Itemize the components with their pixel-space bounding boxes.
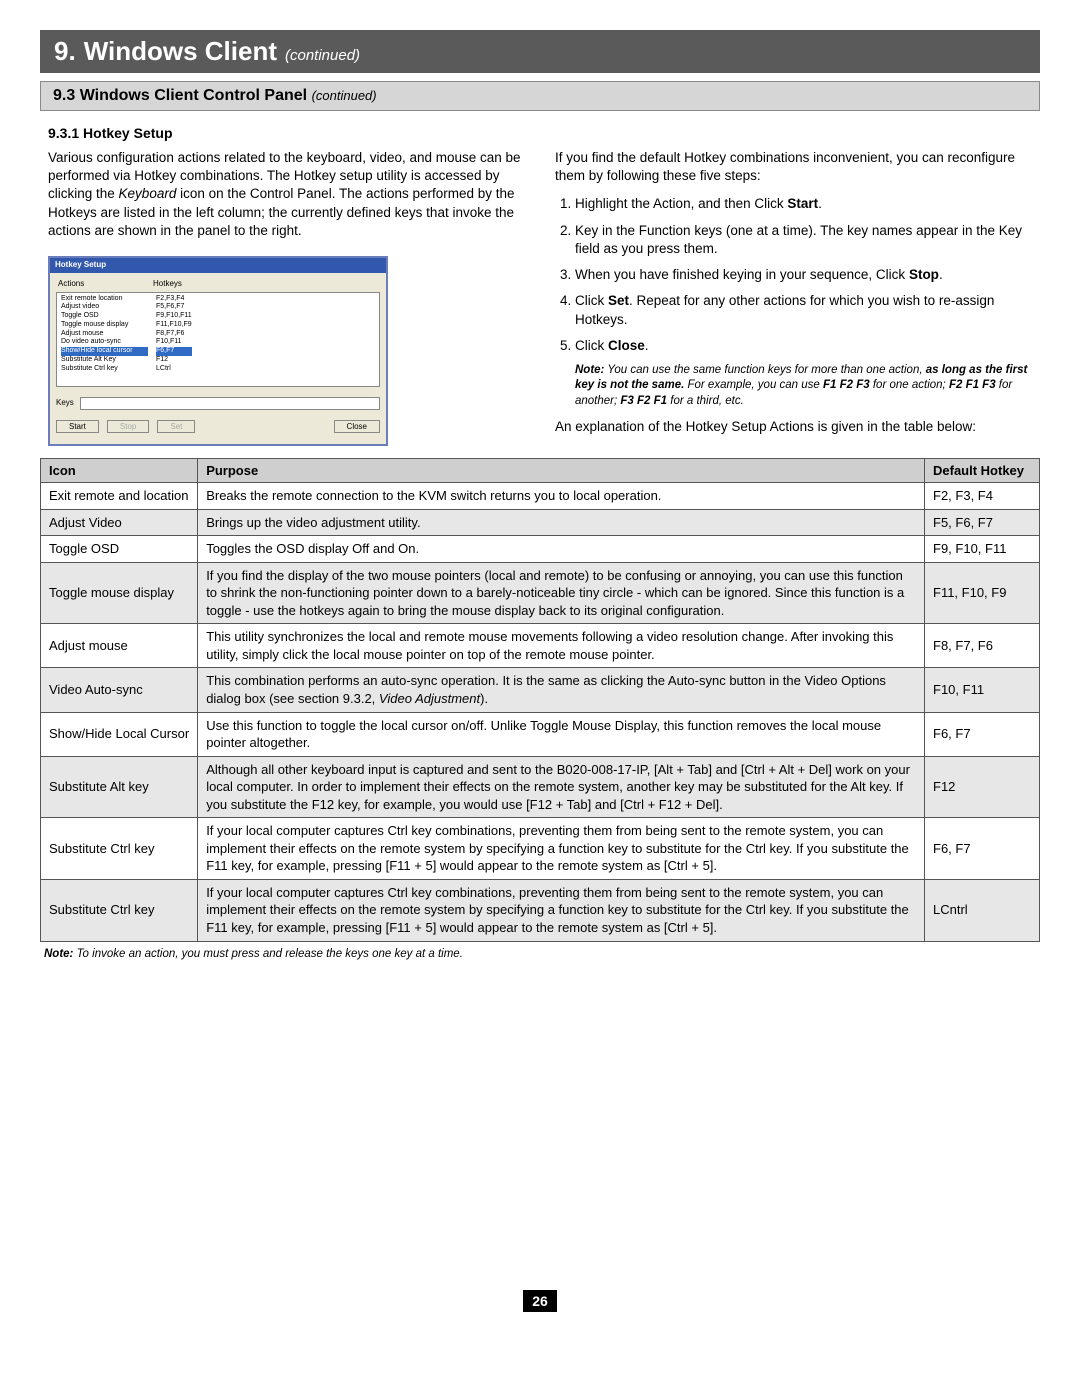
right-outro: An explanation of the Hotkey Setup Actio…: [555, 418, 1032, 436]
th-purpose: Purpose: [198, 459, 925, 483]
cell-icon: Show/Hide Local Cursor: [41, 712, 198, 756]
cell-hotkey: F12: [925, 756, 1040, 818]
table-row: Substitute Ctrl keyIf your local compute…: [41, 879, 1040, 941]
th-icon: Icon: [41, 459, 198, 483]
table-row: Substitute Ctrl keyIf your local compute…: [41, 818, 1040, 880]
cell-icon: Toggle OSD: [41, 536, 198, 563]
cell-hotkey: F8, F7, F6: [925, 624, 1040, 668]
cell-icon: Substitute Ctrl key: [41, 879, 198, 941]
actions-header: Actions: [58, 279, 153, 290]
cell-icon: Video Auto-sync: [41, 668, 198, 712]
cell-hotkey: LCntrl: [925, 879, 1040, 941]
cell-purpose: This utility synchronizes the local and …: [198, 624, 925, 668]
th-default-hotkey: Default Hotkey: [925, 459, 1040, 483]
cell-icon: Toggle mouse display: [41, 562, 198, 624]
list-item[interactable]: Do video auto-sync: [61, 338, 148, 347]
table-row: Exit remote and locationBreaks the remot…: [41, 483, 1040, 510]
table-row: Toggle OSDToggles the OSD display Off an…: [41, 536, 1040, 563]
close-button[interactable]: Close: [334, 420, 380, 433]
list-item[interactable]: Exit remote location: [61, 295, 148, 304]
steps-list: Highlight the Action, and then Click Sta…: [575, 195, 1032, 355]
section-continued: (continued): [312, 88, 377, 103]
hotkey-actions-table: Icon Purpose Default Hotkey Exit remote …: [40, 458, 1040, 941]
section-title: Windows Client Control Panel: [80, 87, 307, 104]
table-footnote: Note: To invoke an action, you must pres…: [44, 948, 1040, 960]
cell-hotkey: F9, F10, F11: [925, 536, 1040, 563]
cell-icon: Adjust mouse: [41, 624, 198, 668]
subsection-heading: 9.3.1 Hotkey Setup: [48, 125, 1040, 141]
cell-hotkey: F5, F6, F7: [925, 509, 1040, 536]
cell-icon: Substitute Alt key: [41, 756, 198, 818]
section-heading: 9.3 Windows Client Control Panel (contin…: [40, 81, 1040, 111]
start-button[interactable]: Start: [56, 420, 99, 433]
cell-purpose: Brings up the video adjustment utility.: [198, 509, 925, 536]
step-item: Click Set. Repeat for any other actions …: [575, 292, 1032, 328]
step-item: Click Close.: [575, 337, 1032, 355]
stop-button[interactable]: Stop: [107, 420, 149, 433]
cell-hotkey: F11, F10, F9: [925, 562, 1040, 624]
hotkeys-header: Hotkeys: [153, 279, 182, 290]
step-item: Highlight the Action, and then Click Sta…: [575, 195, 1032, 213]
keys-label: Keys: [56, 398, 74, 409]
cell-purpose: If your local computer captures Ctrl key…: [198, 818, 925, 880]
cell-purpose: Use this function to toggle the local cu…: [198, 712, 925, 756]
list-item[interactable]: Adjust video: [61, 303, 148, 312]
keys-input[interactable]: [80, 397, 380, 410]
right-intro: If you find the default Hotkey combinati…: [555, 149, 1032, 185]
cell-hotkey: F2, F3, F4: [925, 483, 1040, 510]
table-row: Substitute Alt keyAlthough all other key…: [41, 756, 1040, 818]
list-item[interactable]: Substitute Alt Key: [61, 356, 148, 365]
cell-icon: Exit remote and location: [41, 483, 198, 510]
actions-listbox[interactable]: Exit remote locationAdjust videoToggle O…: [56, 292, 380, 387]
cell-icon: Substitute Ctrl key: [41, 818, 198, 880]
table-row: Toggle mouse displayIf you find the disp…: [41, 562, 1040, 624]
cell-purpose: If your local computer captures Ctrl key…: [198, 879, 925, 941]
chapter-number: 9.: [54, 36, 76, 67]
hotkey-setup-dialog: Hotkey Setup Actions Hotkeys Exit remote…: [48, 256, 388, 446]
list-item[interactable]: Substitute Ctrl key: [61, 365, 148, 374]
cell-purpose: If you find the display of the two mouse…: [198, 562, 925, 624]
cell-purpose: This combination performs an auto-sync o…: [198, 668, 925, 712]
left-paragraph: Various configuration actions related to…: [48, 149, 525, 240]
chapter-heading: 9. Windows Client (continued): [40, 30, 1040, 73]
cell-purpose: Toggles the OSD display Off and On.: [198, 536, 925, 563]
set-button[interactable]: Set: [157, 420, 195, 433]
step-item: Key in the Function keys (one at a time)…: [575, 222, 1032, 258]
note-reuse-keys: Note: You can use the same function keys…: [575, 363, 1032, 410]
list-item[interactable]: Show/Hide local cursor: [61, 347, 148, 356]
list-item[interactable]: Toggle OSD: [61, 312, 148, 321]
cell-icon: Adjust Video: [41, 509, 198, 536]
dialog-title: Hotkey Setup: [50, 258, 386, 273]
list-item[interactable]: Adjust mouse: [61, 330, 148, 339]
cell-hotkey: F6, F7: [925, 712, 1040, 756]
cell-purpose: Breaks the remote connection to the KVM …: [198, 483, 925, 510]
table-row: Show/Hide Local CursorUse this function …: [41, 712, 1040, 756]
list-item[interactable]: Toggle mouse display: [61, 321, 148, 330]
table-row: Video Auto-syncThis combination performs…: [41, 668, 1040, 712]
table-row: Adjust mouseThis utility synchronizes th…: [41, 624, 1040, 668]
cell-hotkey: F10, F11: [925, 668, 1040, 712]
cell-hotkey: F6, F7: [925, 818, 1040, 880]
table-row: Adjust VideoBrings up the video adjustme…: [41, 509, 1040, 536]
cell-purpose: Although all other keyboard input is cap…: [198, 756, 925, 818]
chapter-continued: (continued): [285, 47, 360, 64]
chapter-title: Windows Client: [84, 36, 277, 67]
section-number: 9.3: [53, 87, 75, 104]
page-number: 26: [523, 1290, 557, 1312]
step-item: When you have finished keying in your se…: [575, 266, 1032, 284]
